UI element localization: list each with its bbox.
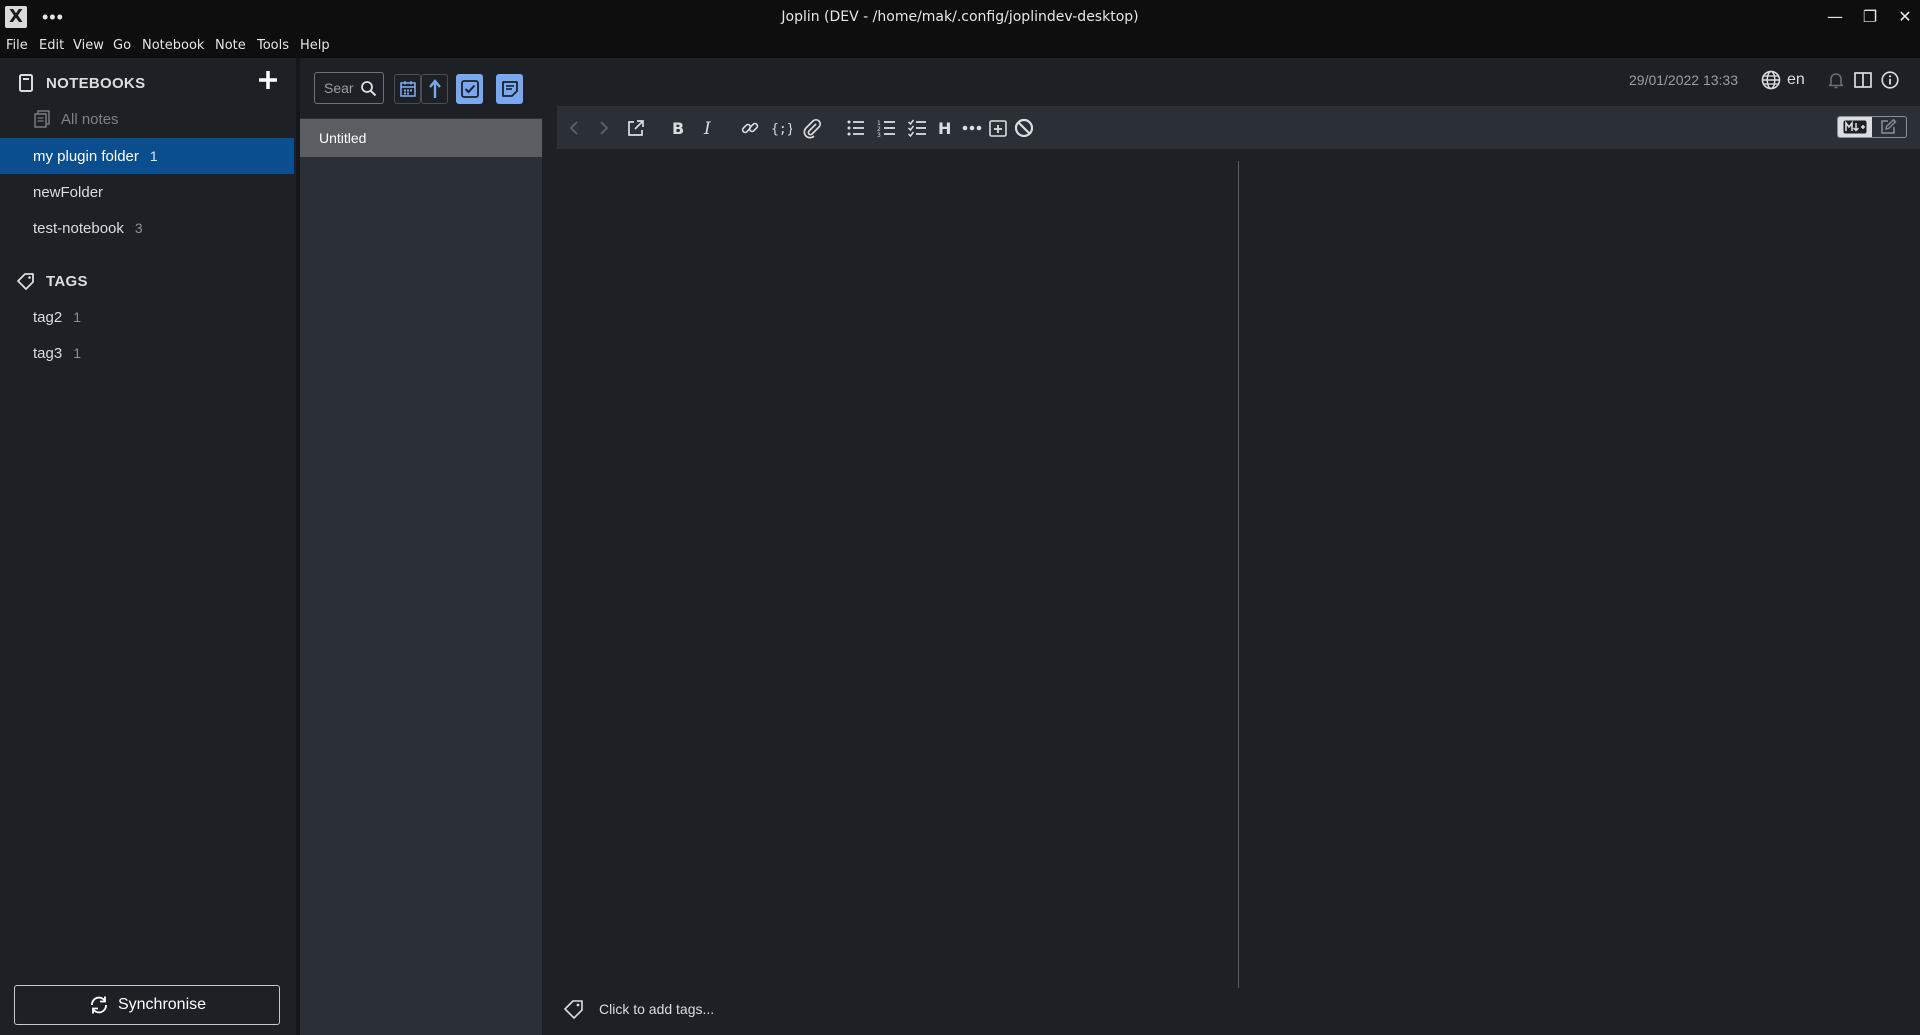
synchronise-button[interactable]: Synchronise bbox=[14, 985, 280, 1025]
insert-datetime-icon[interactable] bbox=[987, 117, 1009, 139]
code-icon[interactable]: {;} bbox=[770, 117, 792, 139]
alarm-icon[interactable] bbox=[1826, 70, 1846, 90]
language-label: en bbox=[1787, 71, 1805, 88]
note-title: Untitled bbox=[319, 130, 367, 146]
sidebar-item-newfolder[interactable]: newFolder bbox=[0, 174, 294, 210]
maximize-button[interactable]: ❐ bbox=[1857, 4, 1883, 30]
sort-by-date-button[interactable] bbox=[394, 74, 421, 104]
tags-header-label: TAGS bbox=[46, 272, 88, 290]
menu-help[interactable]: Help bbox=[300, 38, 330, 53]
close-button[interactable]: ✕ bbox=[1892, 4, 1918, 30]
svg-text:H: H bbox=[938, 119, 951, 138]
sidebar-item-test-notebook[interactable]: test-notebook 3 bbox=[0, 210, 294, 246]
sidebar-item-my-plugin-folder[interactable]: my plugin folder 1 bbox=[0, 138, 294, 174]
sidebar-item-tag2[interactable]: tag2 1 bbox=[0, 299, 294, 335]
all-notes-icon bbox=[34, 110, 50, 128]
svg-text:{;}: {;} bbox=[771, 122, 792, 137]
note-list-toolbar: Sear bbox=[300, 58, 542, 118]
editor-toolbar: B I {;} 1 2 3 bbox=[557, 106, 1920, 149]
title-bar: X ••• Joplin (DEV - /home/mak/.config/jo… bbox=[0, 0, 1920, 34]
note-count: 1 bbox=[149, 148, 158, 164]
sort-order-button[interactable] bbox=[421, 74, 448, 104]
note-date: 29/01/2022 13:33 bbox=[1629, 72, 1738, 88]
tags-header[interactable]: TAGS bbox=[16, 268, 88, 294]
calendar-icon bbox=[399, 81, 416, 97]
numbered-list-icon[interactable]: 1 2 3 bbox=[876, 117, 898, 139]
checkbox-list-icon[interactable] bbox=[907, 117, 929, 139]
sidebar-item-label: newFolder bbox=[33, 183, 104, 201]
attachment-icon[interactable] bbox=[801, 117, 823, 139]
language-selector[interactable]: en bbox=[1761, 70, 1805, 90]
sidebar-item-label: tag2 bbox=[33, 308, 63, 326]
tag-icon bbox=[564, 1000, 583, 1019]
search-input[interactable]: Sear bbox=[314, 72, 384, 104]
note-count: 3 bbox=[134, 220, 143, 236]
note-count: 1 bbox=[73, 345, 81, 361]
editor-mode-toggle[interactable] bbox=[1837, 116, 1907, 138]
bold-icon[interactable]: B bbox=[667, 117, 689, 139]
editor-viewer-divider[interactable] bbox=[1238, 161, 1239, 988]
menu-file[interactable]: File bbox=[6, 38, 28, 53]
globe-icon bbox=[1761, 70, 1781, 90]
spellcheck-disable-icon[interactable] bbox=[1013, 117, 1035, 139]
menu-view[interactable]: View bbox=[73, 38, 104, 53]
menu-bar: File Edit View Go Notebook Note Tools He… bbox=[0, 34, 1920, 58]
svg-text:I: I bbox=[703, 119, 711, 139]
menu-note[interactable]: Note bbox=[215, 38, 246, 53]
markdown-mode-button[interactable] bbox=[1838, 117, 1872, 137]
checkbox-icon bbox=[460, 80, 479, 98]
forward-icon[interactable] bbox=[593, 117, 615, 139]
menu-notebook[interactable]: Notebook bbox=[142, 38, 204, 53]
add-tags-label: Click to add tags... bbox=[599, 1001, 715, 1017]
search-input-value: Sear bbox=[324, 80, 354, 96]
edit-icon bbox=[1881, 119, 1897, 134]
menu-tools[interactable]: Tools bbox=[257, 38, 289, 53]
tag-bar[interactable]: Click to add tags... bbox=[563, 998, 714, 1020]
menu-edit[interactable]: Edit bbox=[39, 38, 64, 53]
arrow-up-icon bbox=[428, 79, 441, 98]
italic-icon[interactable]: I bbox=[697, 117, 719, 139]
editor-panel: 29/01/2022 13:33 en B I {; 1 2 3 H Click… bbox=[543, 58, 1920, 1035]
synchronise-label: Synchronise bbox=[117, 996, 207, 1013]
note-count: 1 bbox=[73, 309, 81, 325]
window-title: Joplin (DEV - /home/mak/.config/joplinde… bbox=[781, 9, 1139, 25]
toggle-layout-icon[interactable] bbox=[1853, 70, 1873, 90]
info-icon[interactable] bbox=[1880, 70, 1900, 90]
back-icon[interactable] bbox=[563, 117, 585, 139]
sidebar-item-tag3[interactable]: tag3 1 bbox=[0, 335, 294, 371]
note-list-item[interactable]: Untitled bbox=[300, 119, 542, 157]
sync-icon bbox=[91, 996, 107, 1014]
notebook-icon bbox=[19, 74, 33, 92]
rich-text-mode-button[interactable] bbox=[1872, 117, 1906, 137]
notebooks-header-label: NOTEBOOKS bbox=[46, 74, 146, 92]
sidebar-item-label: test-notebook bbox=[33, 219, 124, 237]
markdown-icon bbox=[1843, 120, 1867, 134]
sidebar-item-all-notes[interactable]: All notes bbox=[0, 101, 294, 137]
horizontal-rule-icon[interactable] bbox=[961, 117, 983, 139]
menu-go[interactable]: Go bbox=[113, 38, 131, 53]
notebooks-header[interactable]: NOTEBOOKS bbox=[16, 70, 145, 96]
sidebar-item-label: my plugin folder bbox=[33, 147, 139, 165]
sidebar-item-label: tag3 bbox=[33, 344, 63, 362]
heading-icon[interactable]: H bbox=[934, 117, 956, 139]
sidebar-item-label: All notes bbox=[61, 110, 119, 128]
svg-text:3: 3 bbox=[877, 132, 881, 139]
new-note-button[interactable] bbox=[496, 74, 523, 104]
new-todo-button[interactable] bbox=[456, 74, 483, 104]
sidebar: NOTEBOOKS All notes my plugin folder 1 n… bbox=[0, 58, 296, 1035]
tag-icon bbox=[17, 273, 34, 290]
add-notebook-icon[interactable] bbox=[256, 68, 280, 92]
note-list-panel: Sear Untitled bbox=[300, 58, 542, 1035]
new-note-icon bbox=[501, 81, 518, 97]
bulleted-list-icon[interactable] bbox=[845, 117, 867, 139]
minimize-button[interactable]: — bbox=[1822, 4, 1848, 30]
svg-text:B: B bbox=[672, 119, 684, 138]
external-edit-icon[interactable] bbox=[625, 117, 647, 139]
search-icon bbox=[361, 81, 377, 97]
link-icon[interactable] bbox=[739, 117, 761, 139]
